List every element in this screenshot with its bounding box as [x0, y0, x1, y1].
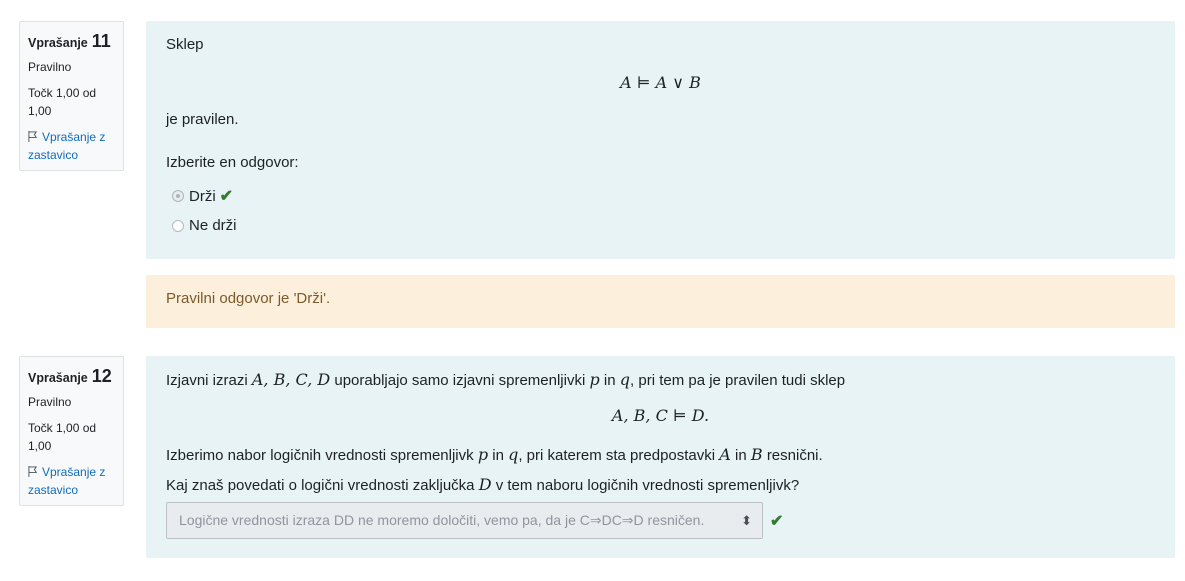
question-heading: Vprašanje 12 [28, 366, 112, 386]
flag-question-link[interactable]: Vprašanje z zastavico [28, 463, 115, 499]
check-icon: ✔ [219, 188, 234, 205]
question-after-text: je pravilen. [166, 111, 239, 128]
option-label: Drži [189, 187, 216, 205]
question-text-line: Izjavni izrazi A, B, C, D uporabljajo sa… [166, 370, 846, 389]
question-state: Pravilno [28, 395, 72, 409]
question-text-line: Izberimo nabor logičnih vrednosti spreme… [166, 445, 823, 464]
question-info: Vprašanje 12 Pravilno Točk 1,00 od 1,00 … [19, 356, 124, 506]
answer-select[interactable]: Logične vrednosti izraza DD ne moremo do… [166, 502, 763, 539]
question-info: Vprašanje 11 Pravilno Točk 1,00 od 1,00 … [19, 21, 124, 171]
flag-icon [28, 131, 38, 142]
flag-question-link[interactable]: Vprašanje z zastavico [28, 128, 115, 164]
question-formula: A, B, C ⊨ D. [611, 406, 710, 425]
question-grade: Točk 1,00 od 1,00 [28, 86, 97, 118]
question-text-line: Kaj znaš povedati o logični vrednosti za… [166, 475, 800, 494]
question-number: 12 [91, 366, 112, 386]
right-answer-feedback: Pravilni odgovor je 'Drži'. [146, 275, 1175, 328]
question-heading: Vprašanje 11 [28, 31, 111, 51]
select-value: Logične vrednosti izraza DD ne moremo do… [179, 512, 705, 528]
question-grade: Točk 1,00 od 1,00 [28, 421, 97, 453]
question-intro: Sklep [166, 36, 204, 53]
flag-icon [28, 466, 38, 477]
answer-option[interactable]: Ne drži [172, 217, 237, 234]
answer-option[interactable]: Drži ✔ [172, 186, 233, 206]
answer-prompt: Izberite en odgovor: [166, 154, 299, 171]
question-content: Sklep A ⊨ A ∨ B je pravilen. Izberite en… [146, 21, 1175, 259]
radio-button[interactable] [172, 190, 184, 202]
select-arrows-icon: ⬍ [741, 513, 752, 528]
check-icon: ✔ [770, 513, 784, 530]
question-formula: A ⊨ A ∨ B [620, 73, 701, 92]
option-label: Ne drži [189, 217, 237, 234]
question-content: Izjavni izrazi A, B, C, D uporabljajo sa… [146, 356, 1175, 558]
radio-button[interactable] [172, 219, 184, 232]
question-state: Pravilno [28, 60, 72, 74]
question-number: 11 [91, 31, 111, 51]
